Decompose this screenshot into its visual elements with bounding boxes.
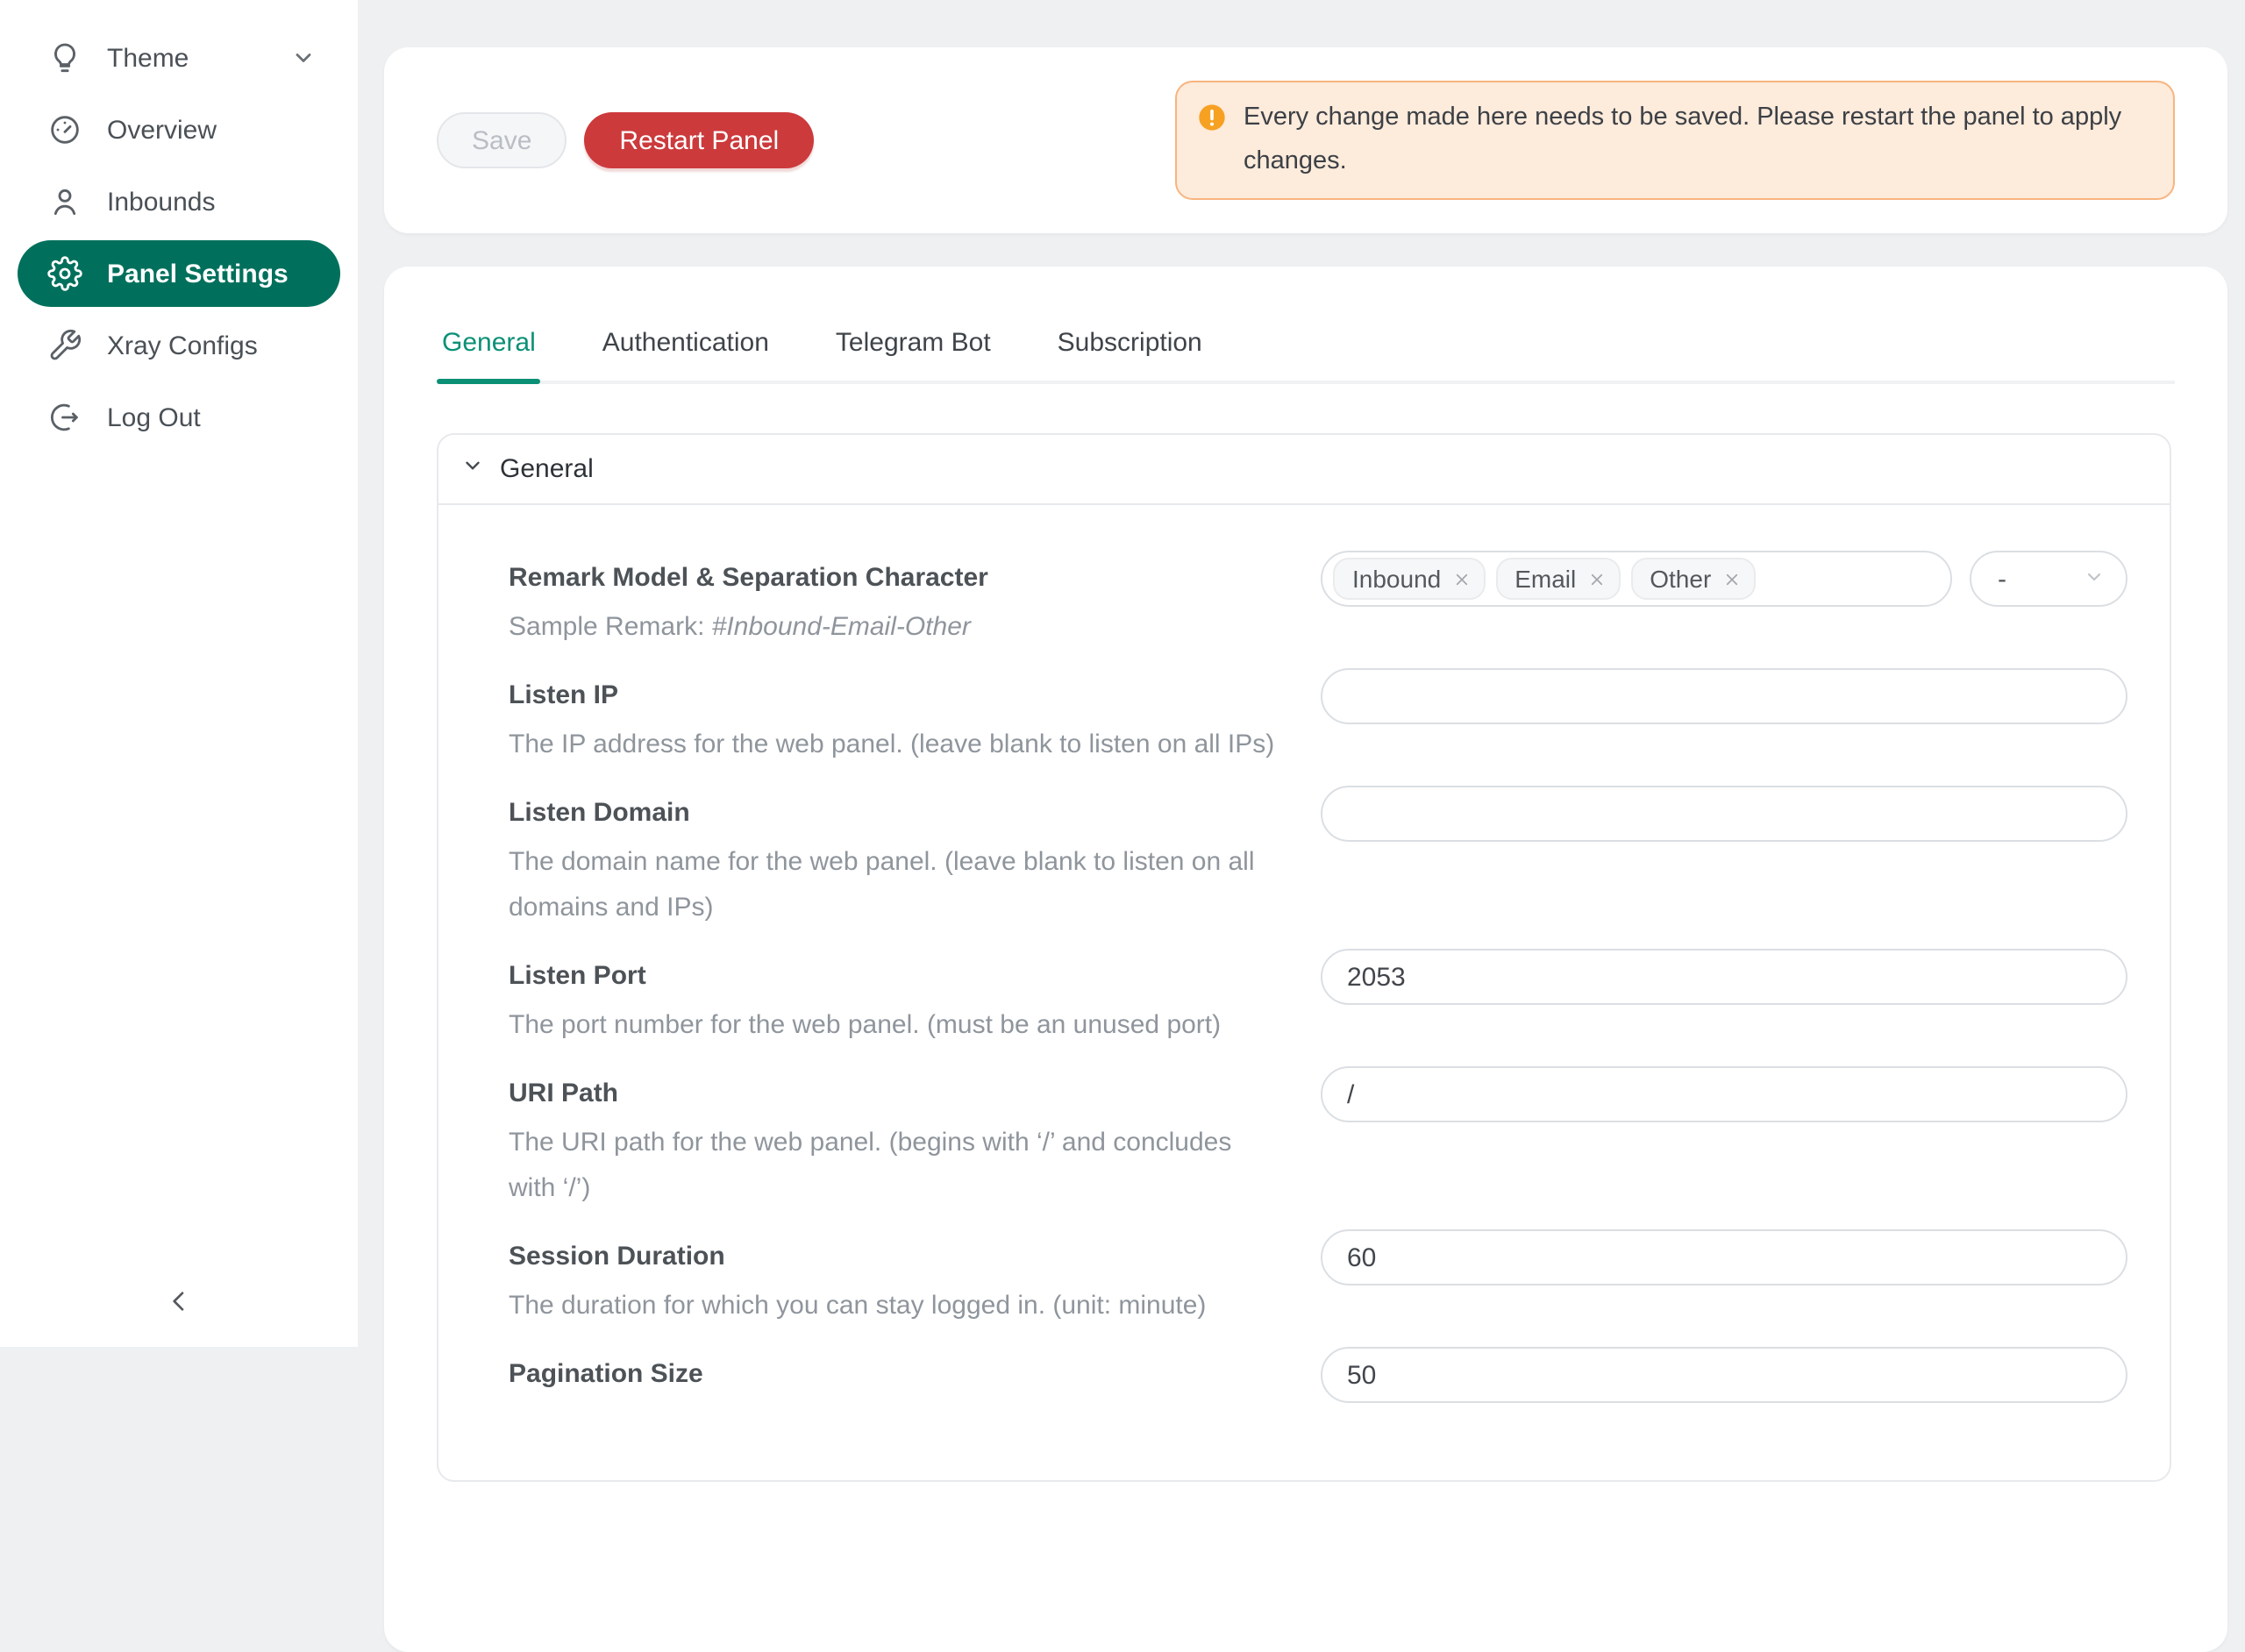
form-row-session-duration: Session Duration The duration for which … (509, 1236, 2127, 1329)
actions-card: Save Restart Panel Every change made her… (384, 47, 2227, 233)
remove-tag-icon[interactable] (1453, 571, 1469, 587)
alert-text: Every change made here needs to be saved… (1244, 96, 2149, 184)
field-label: Pagination Size (509, 1354, 1286, 1396)
form-row-listen-domain: Listen Domain The domain name for the we… (509, 793, 2127, 931)
sidebar: Theme Overview Inbounds (0, 0, 358, 1347)
main-content: Save Restart Panel Every change made her… (358, 0, 2245, 1347)
field-description: The port number for the web panel. (must… (509, 1003, 1286, 1049)
general-collapse-body: Remark Model & Separation Character Samp… (438, 505, 2170, 1480)
sidebar-collapse-button[interactable] (154, 1280, 203, 1329)
user-icon (47, 184, 82, 219)
section-title: General (500, 454, 594, 484)
exclamation-circle-icon (1198, 103, 1226, 184)
tag-inbound: Inbound (1333, 558, 1485, 600)
general-collapse-panel: General Remark Model & Separation Charac… (437, 433, 2171, 1482)
restart-panel-button[interactable]: Restart Panel (584, 112, 814, 168)
sidebar-item-log-out[interactable]: Log Out (18, 384, 340, 451)
tab-subscription[interactable]: Subscription (1052, 309, 1208, 381)
field-description: Sample Remark: #Inbound-Email-Other (509, 605, 1286, 651)
save-button[interactable]: Save (437, 112, 567, 168)
chevron-left-icon (165, 1286, 193, 1323)
field-description: The IP address for the web panel. (leave… (509, 723, 1286, 768)
remark-model-tags-input[interactable]: Inbound Email (1321, 551, 1952, 607)
field-label: Session Duration (509, 1236, 1286, 1278)
tag-email: Email (1495, 558, 1620, 600)
sidebar-item-label: Panel Settings (107, 259, 289, 288)
sidebar-item-theme[interactable]: Theme (18, 25, 340, 91)
chevron-down-icon (291, 46, 316, 70)
field-description: The duration for which you can stay logg… (509, 1284, 1286, 1329)
field-label: Listen Port (509, 956, 1286, 998)
sidebar-item-overview[interactable]: Overview (18, 96, 340, 163)
wrench-icon (47, 328, 82, 363)
uri-path-input[interactable] (1321, 1066, 2127, 1122)
general-collapse-header[interactable]: General (438, 435, 2170, 505)
pagination-size-input[interactable] (1321, 1347, 2127, 1403)
sidebar-item-panel-settings[interactable]: Panel Settings (18, 240, 340, 307)
remove-tag-icon[interactable] (1723, 571, 1739, 587)
listen-port-input[interactable] (1321, 949, 2127, 1005)
chevron-down-icon (2084, 564, 2105, 594)
sidebar-item-inbounds[interactable]: Inbounds (18, 168, 340, 235)
sidebar-item-label: Theme (107, 43, 189, 73)
tag-other: Other (1630, 558, 1755, 600)
logout-icon (47, 400, 82, 435)
remove-tag-icon[interactable] (1588, 571, 1604, 587)
form-row-listen-port: Listen Port The port number for the web … (509, 956, 2127, 1049)
settings-tabs: General Authentication Telegram Bot Subs… (437, 309, 2175, 384)
sidebar-item-xray-configs[interactable]: Xray Configs (18, 312, 340, 379)
form-row-remark-model: Remark Model & Separation Character Samp… (509, 558, 2127, 651)
sidebar-item-label: Log Out (107, 402, 201, 432)
form-row-uri-path: URI Path The URI path for the web panel.… (509, 1073, 2127, 1212)
separator-select-value: - (1998, 564, 2006, 594)
separator-select[interactable]: - (1970, 551, 2127, 607)
form-row-listen-ip: Listen IP The IP address for the web pan… (509, 675, 2127, 768)
sidebar-item-label: Inbounds (107, 187, 215, 217)
gauge-icon (47, 112, 82, 147)
field-label: Listen IP (509, 675, 1286, 717)
field-label: URI Path (509, 1073, 1286, 1115)
listen-domain-input[interactable] (1321, 786, 2127, 842)
app-root: Theme Overview Inbounds (0, 0, 2245, 1347)
panel-settings-card: General Authentication Telegram Bot Subs… (384, 267, 2227, 1652)
sidebar-item-label: Xray Configs (107, 331, 258, 360)
chevron-down-icon (461, 454, 484, 484)
tab-general[interactable]: General (437, 309, 541, 381)
session-duration-input[interactable] (1321, 1229, 2127, 1285)
lightbulb-icon (47, 40, 82, 75)
field-label: Listen Domain (509, 793, 1286, 835)
field-description: The URI path for the web panel. (begins … (509, 1121, 1286, 1212)
field-description: The domain name for the web panel. (leav… (509, 840, 1286, 931)
gear-icon (47, 256, 82, 291)
sidebar-item-label: Overview (107, 115, 217, 145)
tab-authentication[interactable]: Authentication (597, 309, 774, 381)
field-label: Remark Model & Separation Character (509, 558, 1286, 600)
sample-remark-value: #Inbound-Email-Other (712, 612, 971, 642)
tab-telegram-bot[interactable]: Telegram Bot (830, 309, 996, 381)
listen-ip-input[interactable] (1321, 668, 2127, 724)
restart-warning-alert: Every change made here needs to be saved… (1175, 81, 2175, 200)
form-row-pagination-size: Pagination Size (509, 1354, 2127, 1403)
